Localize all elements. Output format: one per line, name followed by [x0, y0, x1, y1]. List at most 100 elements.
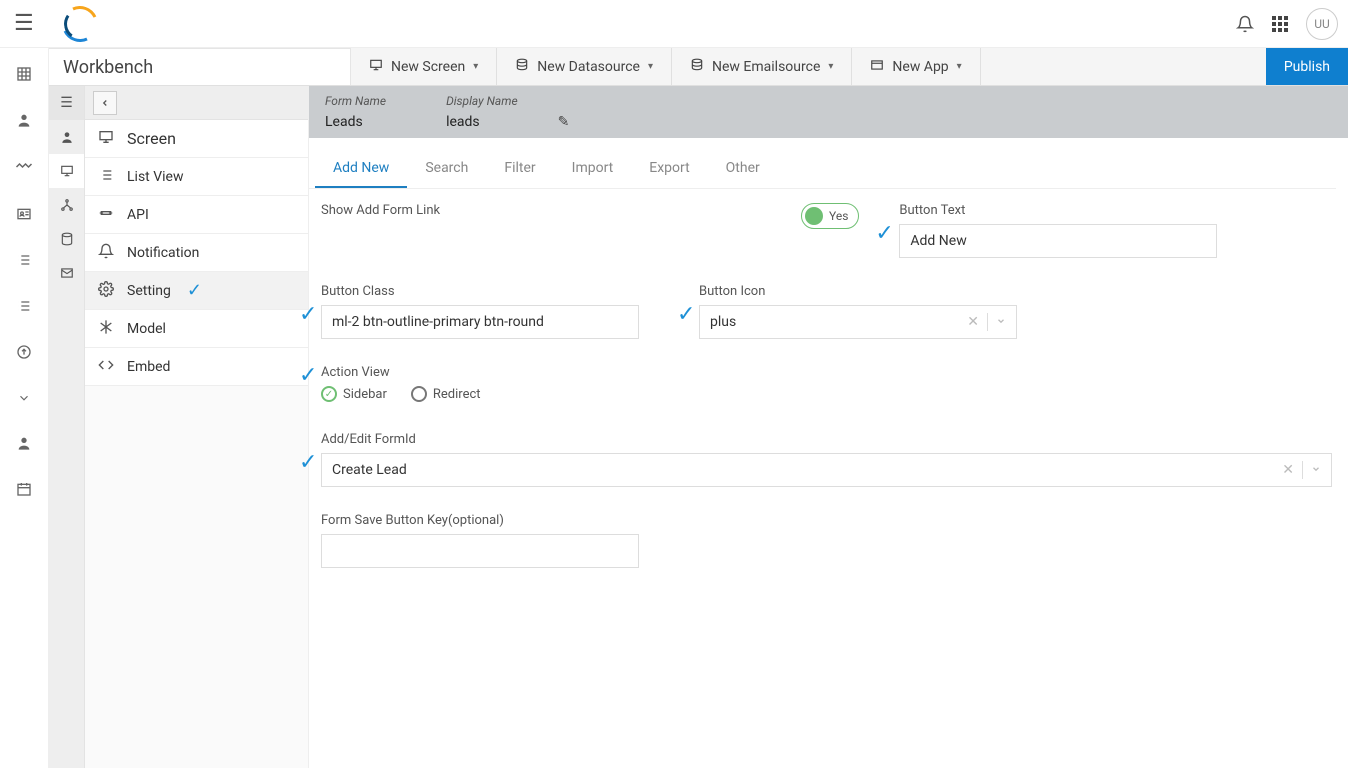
button-icon-select[interactable]: plus ✕	[699, 305, 1017, 339]
tab-search[interactable]: Search	[407, 150, 486, 188]
chevron-down-icon[interactable]	[996, 314, 1006, 330]
top-right-actions: UU	[1236, 8, 1338, 40]
radio-bullet-icon	[321, 386, 337, 402]
form-save-button-key-input[interactable]	[321, 534, 639, 568]
rail-list2-icon[interactable]	[16, 298, 32, 318]
button-text-input[interactable]	[899, 224, 1217, 258]
nav-label: List View	[127, 169, 184, 185]
tab-other[interactable]: Other	[708, 150, 778, 188]
nav-item-notification[interactable]: Notification	[85, 234, 308, 272]
sidenav: Screen List View API Notification Settin…	[85, 86, 309, 768]
toggle-label: Yes	[829, 209, 848, 223]
form-header-bar: Form Name Leads Display Name leads ✎	[309, 86, 1348, 138]
rail-collapse-chevron-icon[interactable]	[17, 390, 31, 409]
display-name-label: Display Name	[446, 94, 518, 108]
workbench-title: Workbench	[49, 48, 351, 85]
rail-upload-icon[interactable]	[16, 344, 32, 364]
nav-item-api[interactable]: API	[85, 196, 308, 234]
show-add-form-link-label: Show Add Form Link	[321, 203, 741, 218]
monitor-icon	[369, 58, 383, 76]
back-button[interactable]	[93, 91, 117, 115]
button-class-label: Button Class	[321, 284, 639, 299]
select-actions: ✕	[967, 313, 1006, 331]
check-icon: ✓	[187, 280, 202, 301]
workbench-panel: Workbench New Screen ▾ New Datasource ▾ …	[48, 48, 1348, 768]
tab-export[interactable]: Export	[631, 150, 707, 188]
app-top-bar: ☰ UU	[0, 0, 1348, 48]
nav-label: Notification	[127, 245, 199, 261]
tab-filter[interactable]: Filter	[486, 150, 553, 188]
new-app-label: New App	[892, 59, 948, 75]
left-icon-rail	[0, 48, 48, 768]
rail-grid-icon[interactable]	[16, 66, 32, 86]
rail2-database-icon[interactable]	[49, 222, 84, 256]
show-add-form-link-toggle[interactable]: Yes	[801, 203, 859, 229]
rail-calendar-icon[interactable]	[16, 481, 32, 501]
bell-icon[interactable]	[1236, 15, 1254, 33]
button-class-input[interactable]	[321, 305, 639, 339]
form-name-column: Form Name Leads	[325, 94, 386, 130]
database-icon	[690, 58, 704, 76]
select-actions: ✕	[1282, 461, 1321, 479]
new-emailsource-label: New Emailsource	[712, 59, 820, 75]
rail2-sitemap-icon[interactable]	[49, 188, 84, 222]
rail2-envelope-icon[interactable]	[49, 256, 84, 290]
rail2-monitor-icon[interactable]	[49, 154, 84, 188]
rail-user-icon[interactable]	[16, 112, 32, 132]
clear-icon[interactable]: ✕	[967, 314, 979, 330]
tab-import[interactable]: Import	[554, 150, 632, 188]
api-icon	[97, 205, 115, 225]
nav-item-embed[interactable]: Embed	[85, 348, 308, 386]
clear-icon[interactable]: ✕	[1282, 462, 1294, 478]
form-name-label: Form Name	[325, 94, 386, 108]
new-emailsource-dropdown[interactable]: New Emailsource ▾	[672, 48, 852, 85]
caret-down-icon: ▾	[957, 61, 962, 72]
publish-button[interactable]: Publish	[1266, 48, 1348, 85]
display-name-column: Display Name leads	[446, 94, 518, 130]
edit-pencil-icon[interactable]: ✎	[558, 114, 570, 130]
radio-bullet-icon	[411, 386, 427, 402]
rail-user2-icon[interactable]	[16, 435, 32, 455]
sidenav-back-row	[85, 86, 308, 120]
chevron-down-icon[interactable]	[1311, 462, 1321, 478]
caret-down-icon: ▾	[473, 61, 478, 72]
hamburger-menu-icon[interactable]: ☰	[14, 11, 34, 36]
rail2-user-icon[interactable]	[49, 120, 84, 154]
form-name-value: Leads	[325, 114, 386, 130]
nav-item-model[interactable]: Model	[85, 310, 308, 348]
rail-contact-card-icon[interactable]	[16, 206, 32, 226]
radio-redirect[interactable]: Redirect	[411, 386, 481, 402]
add-edit-formid-label: Add/Edit FormId	[321, 432, 1332, 447]
tab-add-new[interactable]: Add New	[315, 150, 407, 188]
database-icon	[515, 58, 529, 76]
radio-sidebar[interactable]: Sidebar	[321, 386, 387, 402]
add-edit-formid-select[interactable]: Create Lead ✕	[321, 453, 1332, 487]
code-icon	[97, 357, 115, 377]
button-icon-label: Button Icon	[699, 284, 1017, 299]
nav-label: Screen	[127, 129, 176, 148]
action-view-radio-group: Sidebar Redirect	[321, 386, 481, 402]
nav-item-screen[interactable]: Screen	[85, 120, 308, 158]
new-screen-dropdown[interactable]: New Screen ▾	[351, 48, 497, 85]
user-avatar[interactable]: UU	[1306, 8, 1338, 40]
snowflake-icon	[97, 319, 115, 339]
new-app-dropdown[interactable]: New App ▾	[852, 48, 980, 85]
rail2-collapse-icon[interactable]: ☰	[49, 86, 84, 120]
secondary-rail: ☰	[49, 86, 85, 768]
rail-list-icon[interactable]	[16, 252, 32, 272]
new-datasource-dropdown[interactable]: New Datasource ▾	[497, 48, 672, 85]
add-new-form-area: Show Add Form Link Yes ✓ Button Text	[309, 189, 1348, 634]
inner-layout: ☰ Screen Li	[49, 86, 1348, 768]
workbench-header: Workbench New Screen ▾ New Datasource ▾ …	[49, 48, 1348, 86]
radio-sidebar-label: Sidebar	[343, 387, 387, 402]
add-edit-formid-value: Create Lead	[332, 462, 407, 478]
content-area: Form Name Leads Display Name leads ✎ Add…	[309, 86, 1348, 768]
nav-item-setting[interactable]: Setting ✓	[85, 272, 308, 310]
apps-grid-icon[interactable]	[1272, 16, 1288, 32]
nav-item-listview[interactable]: List View	[85, 158, 308, 196]
nav-label: Setting	[127, 283, 171, 299]
window-icon	[870, 58, 884, 76]
rail-handshake-icon[interactable]	[15, 158, 33, 180]
list-icon	[97, 167, 115, 187]
bell-icon	[97, 243, 115, 263]
